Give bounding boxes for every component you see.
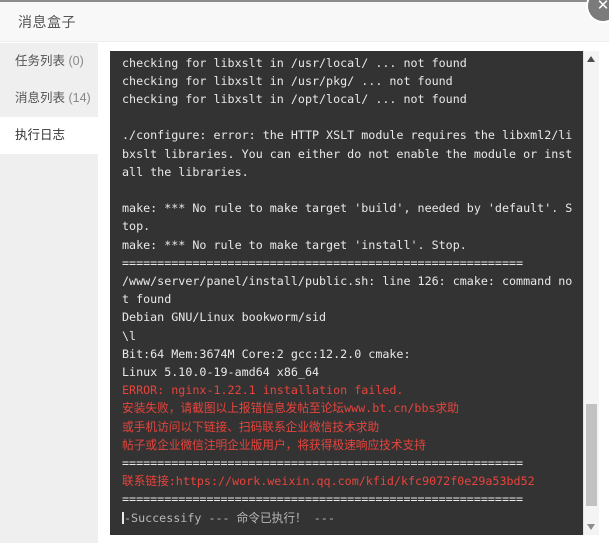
message-box-modal: 消息盒子 ✕ 任务列表 (0)消息列表 (14)执行日志 + ngx_http_… xyxy=(0,0,609,543)
sidebar: 任务列表 (0) 消息列表 (14) 执行日志 xyxy=(0,43,98,543)
console-line: make: *** No rule to make target 'instal… xyxy=(122,237,467,252)
console-line: make: *** No rule to make target 'build'… xyxy=(122,201,573,234)
console-line: ========================================… xyxy=(122,456,524,471)
console-line: 联系链接:https://work.weixin.qq.com/kfid/kfc… xyxy=(122,474,535,489)
sidebar-item-label: 执行日志 xyxy=(15,128,66,142)
console-line-text: -Successify --- 命令已执行！ --- xyxy=(124,510,335,525)
console-line: /www/server/panel/install/public.sh: lin… xyxy=(122,274,573,307)
modal-header: 消息盒子 xyxy=(0,2,609,42)
scroll-up-arrow-icon[interactable] xyxy=(584,51,599,67)
console-line: 或手机访问以下链接、扫码联系企业微信技术求助 xyxy=(122,419,380,434)
content-panel: + ngx_http_dav_ext_module was configured… xyxy=(98,43,609,543)
page-title: 消息盒子 xyxy=(18,14,76,30)
sidebar-item-message-list[interactable]: 消息列表 (14) xyxy=(0,80,98,117)
console-line: ERROR: nginx-1.22.1 installation failed. xyxy=(122,383,404,398)
sidebar-item-task-list[interactable]: 任务列表 (0) xyxy=(0,43,98,80)
console-scrollbar-track[interactable] xyxy=(583,51,599,535)
sidebar-item-label: 任务列表 xyxy=(15,54,66,68)
console-line: 帖子或企业微信注明企业版用户，将获得极速响应技术支持 xyxy=(122,437,426,452)
console-line: checking for libxslt in /usr/local/ ... … xyxy=(122,55,467,70)
console-line: ========================================… xyxy=(122,255,524,270)
console-line: \l xyxy=(122,328,137,343)
console-line: ========================================… xyxy=(122,492,524,507)
console-line: 安装失败，请截图以上报错信息发帖至论坛www.bt.cn/bbs求助 xyxy=(122,401,459,416)
sidebar-item-label: 消息列表 xyxy=(15,91,66,105)
console-line: Linux 5.10.0-19-amd64 x86_64 xyxy=(122,365,320,380)
execution-log-output[interactable]: + ngx_http_dav_ext_module was configured… xyxy=(110,51,583,535)
console-scrollbar-thumb[interactable] xyxy=(586,404,597,506)
scroll-down-arrow-icon[interactable] xyxy=(584,519,599,535)
console-line: checking for libxslt in /usr/pkg/ ... no… xyxy=(122,73,453,88)
console-line: -Successify --- 命令已执行！ --- xyxy=(122,509,577,527)
sidebar-item-execution-log[interactable]: 执行日志 xyxy=(0,117,98,154)
console-line: Debian GNU/Linux bookworm/sid xyxy=(122,310,327,325)
console-line: ./configure: error: the HTTP XSLT module… xyxy=(122,128,573,179)
sidebar-footer-spacer xyxy=(0,535,98,543)
console-line: Bit:64 Mem:3674M Core:2 gcc:12.2.0 cmake… xyxy=(122,346,411,361)
sidebar-item-count: (0) xyxy=(65,54,84,68)
log-console-container: + ngx_http_dav_ext_module was configured… xyxy=(110,51,599,535)
sidebar-item-count: (14) xyxy=(65,91,91,105)
console-line: checking for libxslt in /opt/local/ ... … xyxy=(122,92,467,107)
